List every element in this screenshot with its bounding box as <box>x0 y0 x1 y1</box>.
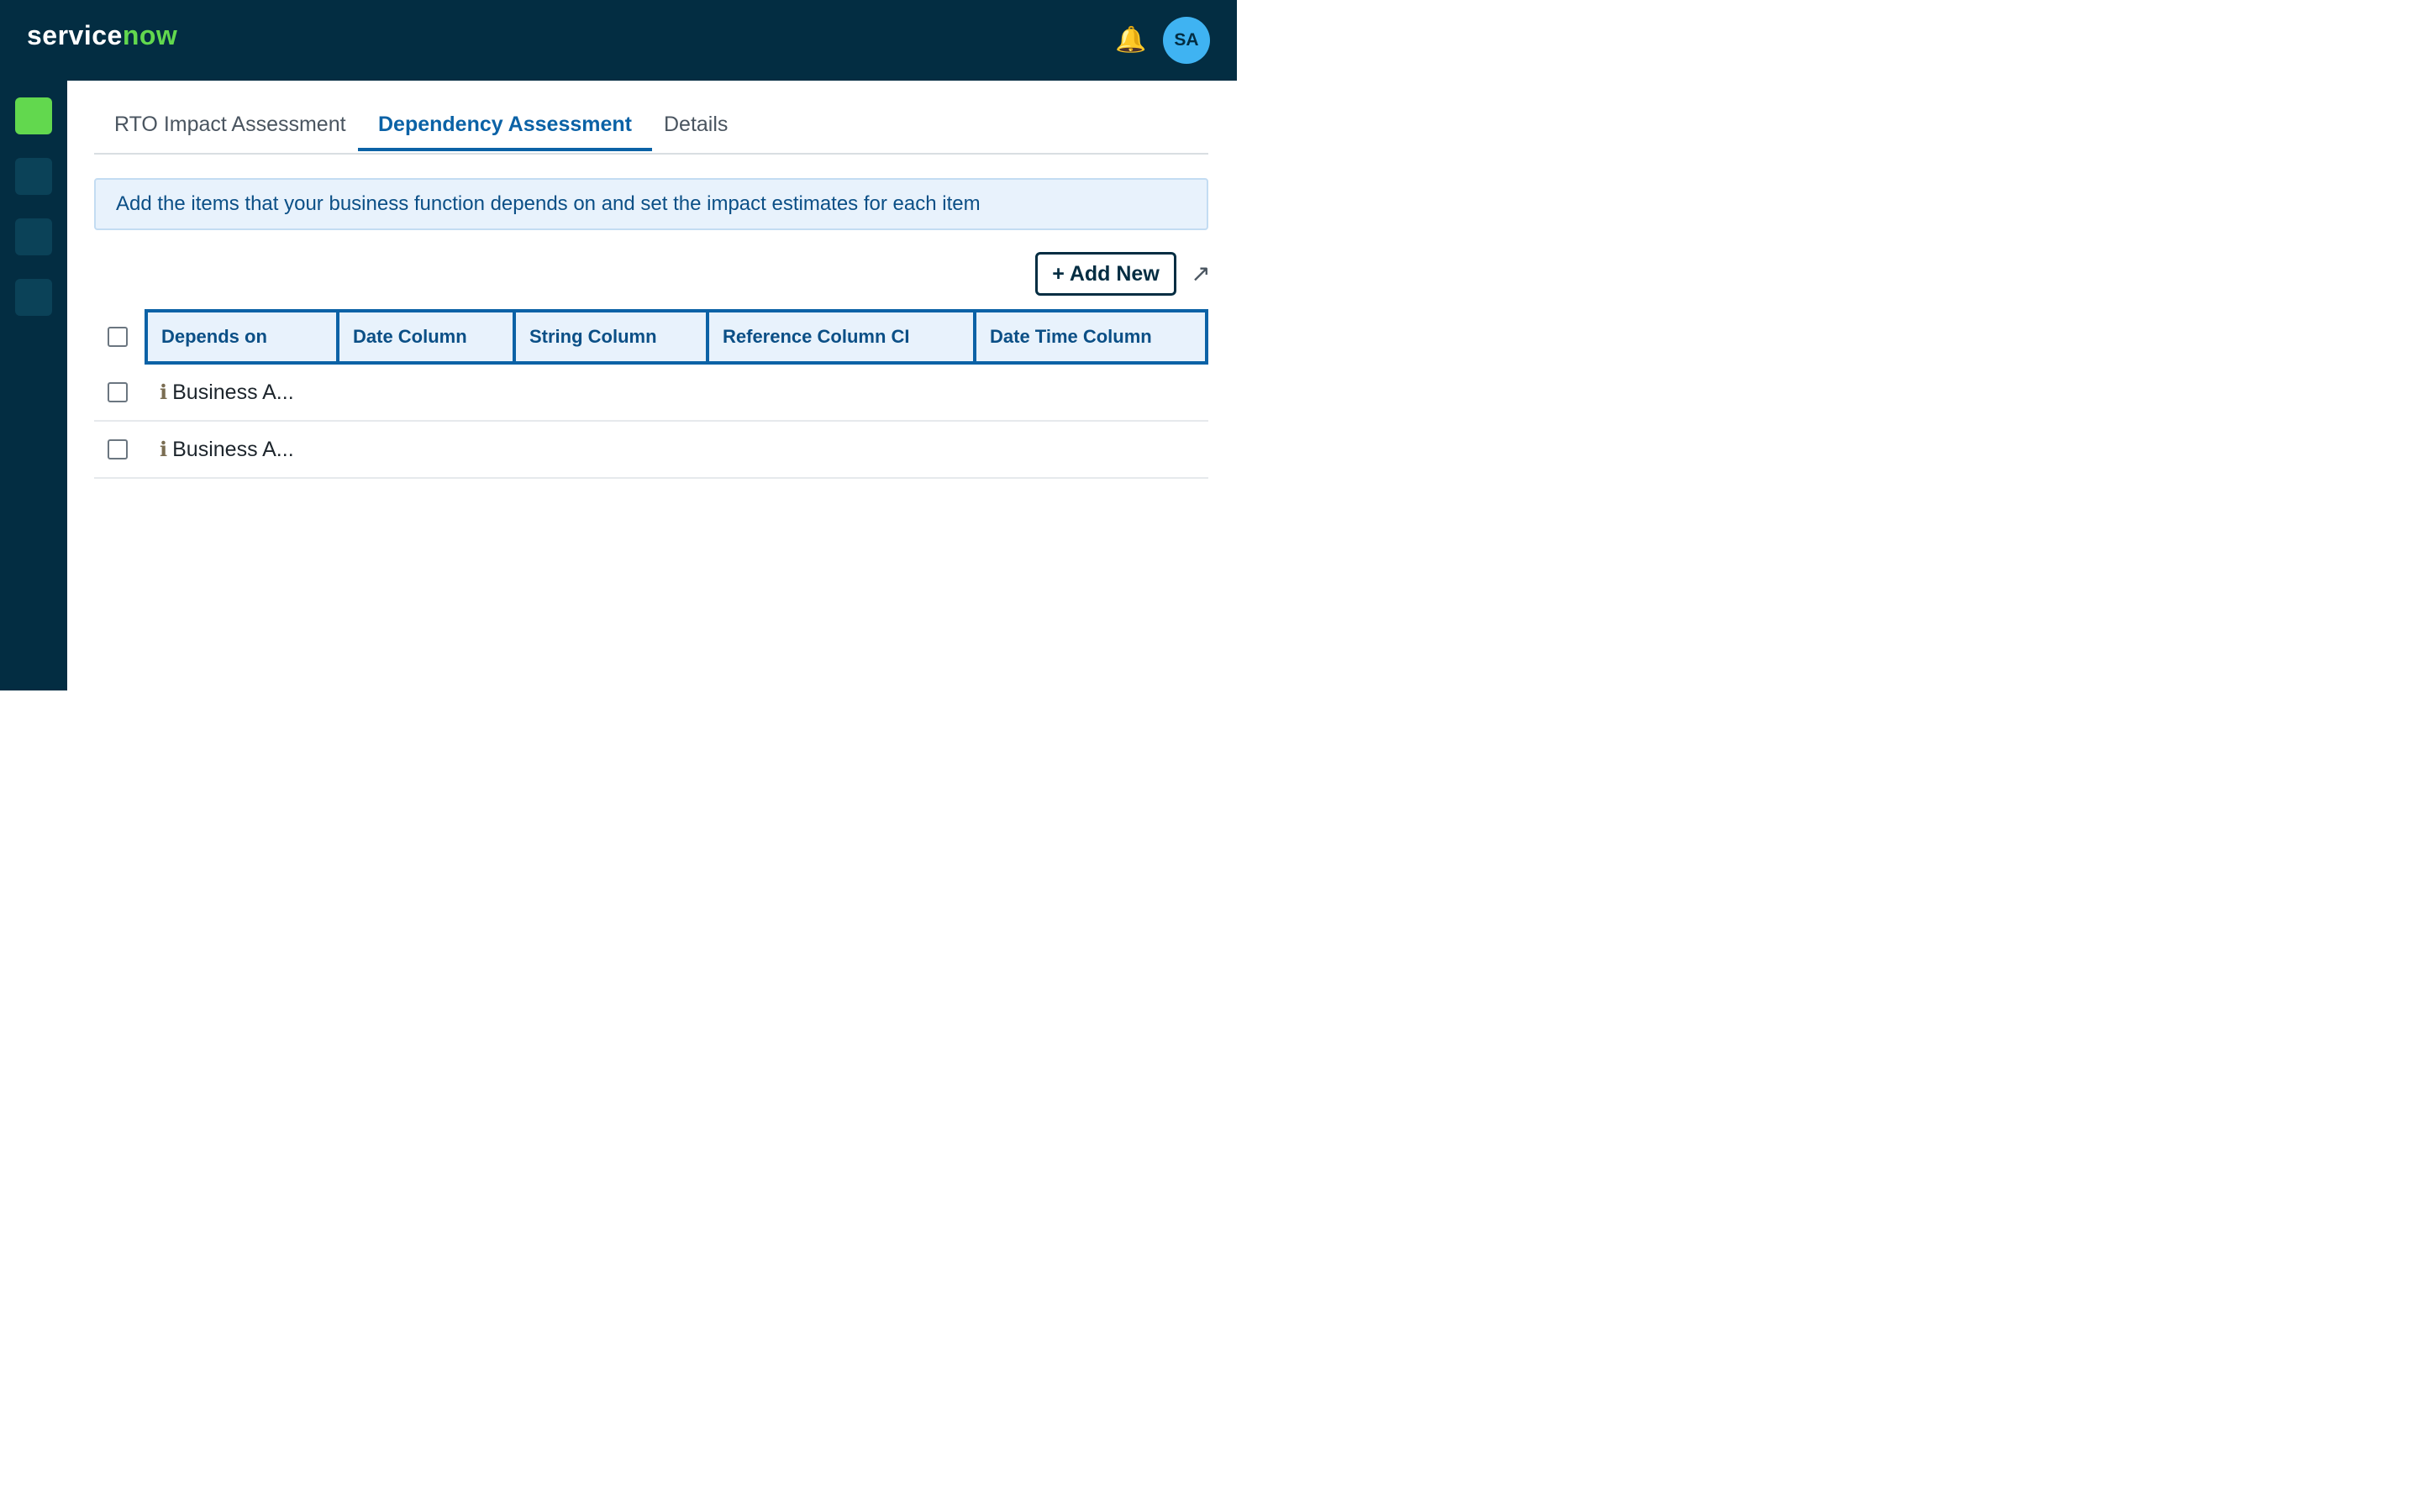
info-icon[interactable]: ℹ <box>160 381 167 404</box>
select-all-checkbox[interactable] <box>108 327 128 347</box>
sidebar-item-4[interactable] <box>15 279 52 316</box>
dependency-table: Depends on Date Column String Column Ref… <box>94 309 1208 479</box>
tab-details[interactable]: Details <box>644 102 748 151</box>
column-header-date-time-column[interactable]: Date Time Column <box>973 309 1208 365</box>
row-checkbox[interactable] <box>108 439 128 459</box>
tab-dependency-assessment[interactable]: Dependency Assessment <box>358 102 652 151</box>
app-window: servicenow 🔔 SA RTO Impact Assessment De… <box>0 0 1237 690</box>
table-row[interactable]: ℹ Business A... <box>94 422 1208 479</box>
sidebar-item-2[interactable] <box>15 158 52 195</box>
depends-on-cell[interactable]: ℹ Business A... <box>160 422 294 477</box>
left-sidebar <box>0 81 67 690</box>
table-header-row: Depends on Date Column String Column Ref… <box>94 309 1208 365</box>
logo-now-text: now <box>122 20 178 50</box>
tab-bar: RTO Impact Assessment Dependency Assessm… <box>94 102 1208 155</box>
avatar[interactable]: SA <box>1163 17 1210 64</box>
column-header-depends-on[interactable]: Depends on <box>145 309 336 365</box>
top-navigation-bar: servicenow 🔔 SA <box>0 0 1237 81</box>
add-new-button[interactable]: + Add New <box>1035 252 1176 296</box>
column-header-date-column[interactable]: Date Column <box>336 309 513 365</box>
depends-on-value: Business A... <box>172 381 294 404</box>
column-header-reference-column-ci[interactable]: Reference Column CI <box>706 309 973 365</box>
logo-service-text: service <box>27 20 123 50</box>
avatar-initials: SA <box>1174 30 1199 50</box>
column-header-string-column[interactable]: String Column <box>513 309 706 365</box>
row-checkbox[interactable] <box>108 382 128 402</box>
expand-icon[interactable]: ↗ <box>1188 257 1213 291</box>
sidebar-item-3[interactable] <box>15 218 52 255</box>
depends-on-value: Business A... <box>172 438 294 461</box>
servicenow-logo[interactable]: servicenow <box>27 20 177 51</box>
depends-on-cell[interactable]: ℹ Business A... <box>160 365 294 420</box>
tab-rto-impact-assessment[interactable]: RTO Impact Assessment <box>94 102 366 151</box>
sidebar-item-1[interactable] <box>15 97 52 134</box>
info-banner: Add the items that your business functio… <box>94 178 1208 230</box>
table-row[interactable]: ℹ Business A... <box>94 365 1208 422</box>
info-icon[interactable]: ℹ <box>160 438 167 461</box>
main-content: RTO Impact Assessment Dependency Assessm… <box>67 81 1237 690</box>
bell-icon[interactable]: 🔔 <box>1114 24 1148 57</box>
table-header-cells: Depends on Date Column String Column Ref… <box>145 309 1208 365</box>
